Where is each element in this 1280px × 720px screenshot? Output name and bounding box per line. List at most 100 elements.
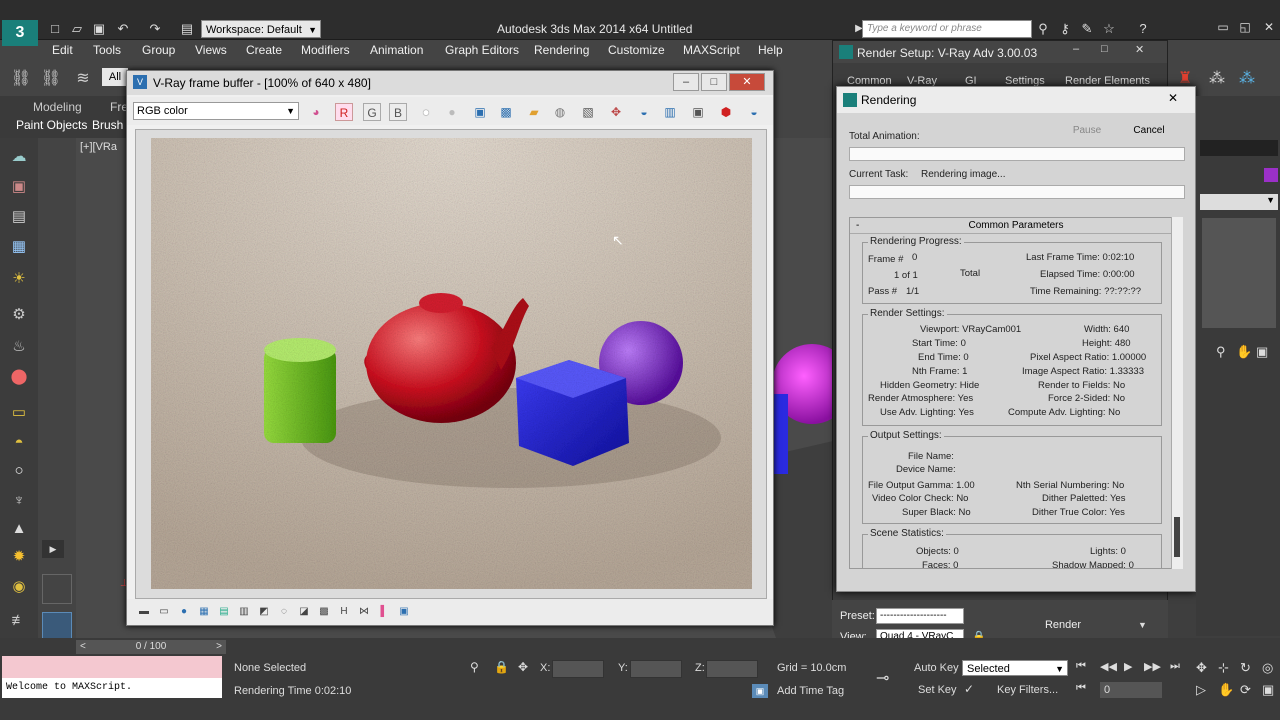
add-time-tag[interactable]: Add Time Tag [777,685,844,697]
menu-help[interactable]: Help [758,43,783,57]
target-icon[interactable]: ◉ [8,576,30,598]
vfb-curve-icon[interactable]: ▤ [217,605,231,619]
search-input[interactable]: Type a keyword or phrase [862,20,1032,38]
expand-arrow-icon[interactable]: ▶ [42,540,64,558]
maxscript-listener-output[interactable]: Welcome to MAXScript. [2,678,222,698]
modifier-stack[interactable] [1202,218,1276,328]
pin-stack-icon[interactable]: ⚲ [1216,344,1226,360]
red-channel-button[interactable]: R [335,103,353,121]
alpha-white-icon[interactable]: ● [417,103,435,121]
next-frame-icon[interactable]: ▶▶ [1144,660,1161,673]
new-file-icon[interactable]: □ [46,20,64,38]
save-icon[interactable]: ▣ [90,20,108,38]
orbit-icon[interactable]: ↻ [1240,660,1251,676]
command-panel-dropdown[interactable]: ▼ [1200,194,1278,210]
pan-view-icon[interactable]: ✋ [1218,682,1234,698]
ribbon-tab-modeling[interactable]: Modeling [33,100,82,114]
project-folder-icon[interactable]: ▤ [178,20,196,38]
maxscript-mini-listener-input[interactable] [2,656,222,678]
picture-icon[interactable]: ▣ [8,176,30,198]
vfb-white-balance-icon[interactable]: ◩ [257,605,271,619]
render-button[interactable]: Render [1000,610,1126,640]
set-key-button[interactable]: Set Key [918,684,957,696]
vfb-lut-icon[interactable]: ◪ [297,605,311,619]
vfb-color-icon[interactable]: ▌ [377,605,391,619]
grid-icon[interactable]: ≢ [8,610,30,632]
cone-icon[interactable]: ▲ [8,518,30,540]
load-image-icon[interactable]: ▩ [497,103,515,121]
vfb-hsl-icon[interactable]: ◌ [277,605,291,619]
workspace-dropdown[interactable]: Workspace: Default ▼ [201,20,321,38]
lens-effects-icon[interactable]: ▥ [661,103,679,121]
ribbon-brush[interactable]: Brush [92,118,123,132]
sun-icon[interactable]: ✹ [8,546,30,568]
current-frame-field[interactable]: 0 [1100,682,1162,698]
y-coordinate-field[interactable] [630,660,682,678]
vfb-exposure-icon[interactable]: ▥ [237,605,251,619]
render-setup-titlebar[interactable]: Render Setup: V-Ray Adv 3.00.03 – □ ✕ [833,41,1167,63]
vfb-lens-icon[interactable]: ▣ [397,605,411,619]
play-icon[interactable]: ▶ [1124,660,1132,673]
track-mouse-icon[interactable]: ◍ [551,103,569,121]
menu-views[interactable]: Views [195,43,227,57]
menu-maxscript[interactable]: MAXScript [683,43,740,57]
rs-maximize-icon[interactable]: □ [1101,43,1108,55]
common-parameters-header[interactable]: - Common Parameters [850,218,1182,234]
configure-icon[interactable]: ▣ [1256,344,1268,360]
auto-key-button[interactable]: Auto Key [914,662,959,674]
vfb-panel-icon[interactable]: ▬ [137,605,151,619]
save-image-icon[interactable]: ▣ [471,103,489,121]
unlink-icon[interactable]: ⛓ [40,68,62,90]
time-slider[interactable]: < 0 / 100 > [76,640,226,654]
vfb-compare-icon[interactable]: ⋈ [357,605,371,619]
menu-customize[interactable]: Customize [608,43,665,57]
menu-group[interactable]: Group [142,43,175,57]
rendering-scrollbar[interactable] [1171,217,1183,569]
camera-icon[interactable]: ⬤ [8,366,30,388]
render-production-icon[interactable]: ⁂ [1236,68,1258,90]
stop-render-icon[interactable]: ⬢ [717,103,735,121]
x-coordinate-field[interactable] [552,660,604,678]
hemisphere-icon[interactable]: ◓ [8,432,30,454]
vfb-close-icon[interactable]: ✕ [729,73,765,91]
selection-filter-dropdown[interactable]: All [102,68,128,86]
close-icon[interactable]: ✕ [1258,18,1280,36]
key-icon[interactable]: ⚷ [1056,20,1074,38]
pause-button[interactable]: Pause [1063,121,1111,141]
rendering-titlebar[interactable]: Rendering ✕ [837,87,1195,113]
box-icon[interactable]: ▭ [8,402,30,424]
communication-icon[interactable]: ✎ [1078,20,1096,38]
pan-hand-icon[interactable]: ✋ [1236,344,1252,360]
history-icon[interactable]: ▣ [689,103,707,121]
bone-icon[interactable]: ♨ [8,336,30,358]
document-icon[interactable]: ▤ [8,206,30,228]
key-filters-button[interactable]: Key Filters... [997,684,1058,696]
render-last-icon[interactable]: ◒ [635,103,653,121]
undo-icon[interactable]: ↶ [114,20,132,38]
vfb-minimize-icon[interactable]: – [673,73,699,91]
object-color-swatch[interactable] [1264,168,1278,182]
vfb-titlebar[interactable]: V V-Ray frame buffer - [100% of 640 x 48… [127,71,773,95]
menu-animation[interactable]: Animation [370,43,423,57]
favorites-star-icon[interactable]: ☆ [1100,20,1118,38]
ribbon-paint-objects[interactable]: Paint Objects [16,118,87,132]
preset-dropdown[interactable]: -------------------- [876,608,964,624]
maximize-viewport-icon[interactable]: ▣ [1262,682,1274,698]
menu-create[interactable]: Create [246,43,282,57]
plant-icon[interactable]: ♆ [8,490,30,512]
key-mode-icon[interactable]: ⊸ [876,668,889,688]
vfb-info-icon[interactable]: ● [177,605,191,619]
bind-spacewarp-icon[interactable]: ≋ [72,68,94,90]
redo-icon[interactable]: ↷ [146,20,164,38]
render-icon[interactable]: ◒ [745,103,763,121]
link-to-viewport-icon[interactable]: ✥ [607,103,625,121]
viewport-layout-icon[interactable] [42,574,72,604]
vfb-corrections-icon[interactable]: ▭ [157,605,171,619]
restore-icon[interactable]: ◱ [1234,18,1256,36]
monochrome-icon[interactable]: ● [443,103,461,121]
orbit-subobject-icon[interactable]: ⟳ [1240,682,1251,698]
vfb-maximize-icon[interactable]: □ [701,73,727,91]
scrollbar-thumb[interactable] [1174,517,1180,557]
time-tag-icon[interactable]: ▣ [752,684,768,698]
binoculars-icon[interactable]: ⚲ [1034,20,1052,38]
